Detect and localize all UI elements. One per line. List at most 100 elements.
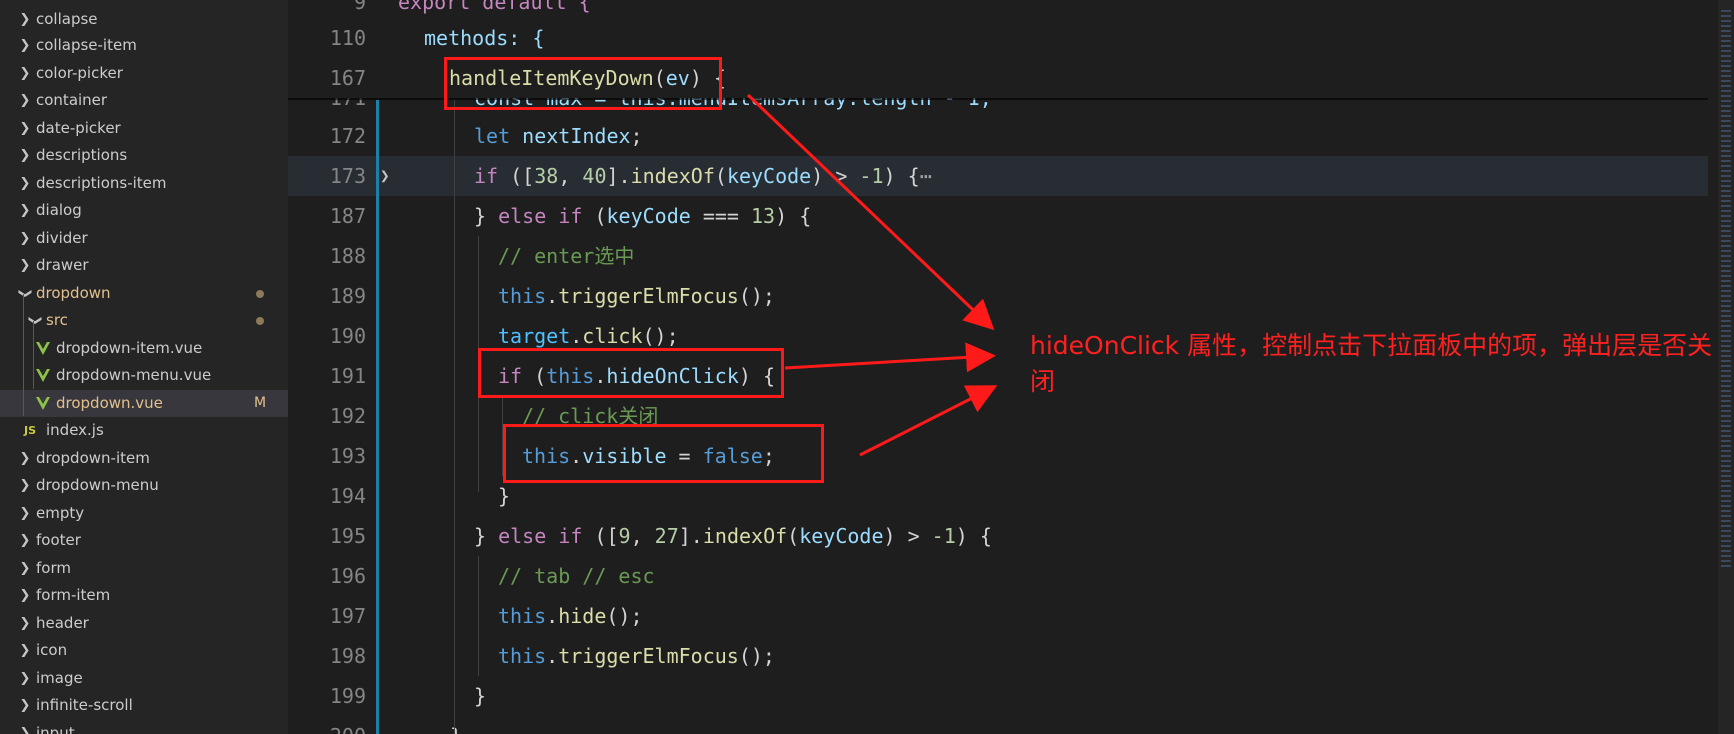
tree-folder-input[interactable]: ❯ input: [0, 720, 288, 734]
code-line: 197 this.hide();: [288, 596, 1708, 636]
number: 27: [654, 524, 679, 548]
tree-folder-date-picker[interactable]: ❯ date-picker: [0, 115, 288, 142]
number: 9: [618, 524, 631, 548]
tree-folder-empty[interactable]: ❯ empty: [0, 500, 288, 527]
punct: }: [474, 204, 499, 228]
code-text: } else if (keyCode === 13) {: [474, 196, 811, 236]
keyword: else: [498, 204, 547, 228]
punct: ].: [606, 164, 631, 188]
code-text: methods: {: [424, 26, 545, 50]
indent-guide: [454, 100, 455, 734]
tree-folder-infinite-scroll[interactable]: ❯ infinite-scroll: [0, 692, 288, 719]
tree-item-label: color-picker: [36, 64, 123, 82]
punct: ();: [738, 284, 775, 308]
punct: ) {: [883, 164, 920, 188]
tree-folder-form-item[interactable]: ❯ form-item: [0, 582, 288, 609]
tree-item-label: dropdown-menu: [36, 476, 159, 494]
punct: ,: [558, 164, 583, 188]
line-number: 200: [288, 716, 366, 734]
tree-folder-descriptions[interactable]: ❯ descriptions: [0, 142, 288, 169]
js-file-icon: JS: [24, 424, 37, 437]
vue-file-icon: [36, 397, 50, 410]
variable: nextIndex: [522, 124, 631, 148]
tree-item-label: dropdown-menu.vue: [56, 366, 212, 384]
punct: [546, 524, 558, 548]
tree-item-label: divider: [36, 229, 88, 247]
chevron-right-icon: ❯: [19, 38, 31, 53]
chevron-right-icon: ❯: [19, 148, 31, 163]
line-number: 191: [329, 364, 366, 388]
tree-folder-src[interactable]: ❯ src: [0, 307, 288, 334]
code-line: 188 // enter选中: [288, 236, 1708, 276]
tree-folder-header[interactable]: ❯ header: [0, 610, 288, 637]
line-number: 196: [329, 564, 366, 588]
line-number: 194: [329, 484, 366, 508]
variable: keyCode: [606, 204, 691, 228]
code-line: 193 this.visible = false;: [288, 436, 1708, 476]
tree-item-label: image: [36, 669, 83, 687]
tree-folder-footer[interactable]: ❯ footer: [0, 527, 288, 554]
tree-folder-dropdown[interactable]: ❯ dropdown: [0, 280, 288, 307]
line-number: 197: [329, 604, 366, 628]
number: 13: [751, 204, 776, 228]
number: -1: [931, 524, 956, 548]
tree-file-dropdown-item-vue[interactable]: dropdown-item.vue: [0, 335, 288, 362]
line-number: 167: [329, 66, 366, 90]
punct: .: [546, 604, 559, 628]
tree-folder-form[interactable]: ❯ form: [0, 555, 288, 582]
tree-folder-dialog[interactable]: ❯ dialog: [0, 197, 288, 224]
comment: // tab // esc: [498, 564, 655, 588]
line-number: 173: [329, 164, 366, 188]
tree-file-dropdown-menu-vue[interactable]: dropdown-menu.vue: [0, 362, 288, 389]
tree-folder-color-picker[interactable]: ❯ color-picker: [0, 60, 288, 87]
code-text: this.triggerElmFocus();: [498, 636, 775, 676]
tree-file-index-js[interactable]: JS index.js: [0, 417, 288, 444]
code-text: if ([38, 40].indexOf(keyCode) > -1) {⋯: [474, 156, 932, 196]
chevron-right-icon: ❯: [19, 66, 31, 81]
tree-item-label: date-picker: [36, 119, 121, 137]
line-number: 192: [329, 404, 366, 428]
chevron-down-icon: ❯: [17, 288, 33, 299]
tree-folder-divider[interactable]: ❯ divider: [0, 225, 288, 252]
variable: keyCode: [799, 524, 884, 548]
fold-chevron-icon[interactable]: ❯: [380, 156, 390, 196]
folded-ellipsis[interactable]: ⋯: [920, 164, 932, 188]
variable: keyCode: [726, 164, 812, 188]
tree-folder-dropdown-menu[interactable]: ❯ dropdown-menu: [0, 472, 288, 499]
code-line: 192// click关闭: [288, 396, 1708, 436]
chevron-right-icon: ❯: [19, 698, 31, 713]
chevron-right-icon: ❯: [19, 561, 31, 576]
tree-file-dropdown-vue[interactable]: dropdown.vue M: [0, 390, 288, 417]
tree-item-label: empty: [36, 504, 85, 522]
line-number: 172: [329, 124, 366, 148]
tree-item-label: drawer: [36, 256, 89, 274]
sticky-line[interactable]: 110 methods: {: [288, 18, 1734, 58]
vue-file-icon: [36, 342, 50, 355]
tree-folder-dropdown-item[interactable]: ❯ dropdown-item: [0, 445, 288, 472]
number: 38: [534, 164, 559, 188]
tree-item-label: form: [36, 559, 71, 577]
punct: ) >: [883, 524, 932, 548]
punct: ();: [642, 324, 679, 348]
tree-folder-image[interactable]: ❯ image: [0, 665, 288, 692]
explorer-sidebar: ❯ collapse ❯ collapse-item ❯ color-picker ❯…: [0, 0, 288, 734]
tree-folder-descriptions-item[interactable]: ❯ descriptions-item: [0, 170, 288, 197]
tree-folder-drawer[interactable]: ❯ drawer: [0, 252, 288, 279]
highlight-box-function: [444, 57, 722, 110]
code-line: 200}: [288, 716, 1708, 734]
keyword: else: [498, 524, 547, 548]
punct: (: [714, 164, 727, 188]
tree-item-label: form-item: [36, 586, 111, 604]
punct: ) >: [811, 164, 860, 188]
keyword: this: [498, 644, 547, 668]
tree-folder-container[interactable]: ❯ container: [0, 87, 288, 114]
tree-folder-icon[interactable]: ❯ icon: [0, 637, 288, 664]
code-line-current: 173 ❯ if ([38, 40].indexOf(keyCode) > -1) …: [288, 156, 1708, 196]
tree-item-label: icon: [36, 641, 68, 659]
minimap[interactable]: [1718, 0, 1734, 734]
tree-folder-collapse-item[interactable]: ❯ collapse-item: [0, 32, 288, 59]
punct: .: [546, 284, 559, 308]
git-modified-badge: M: [254, 395, 267, 411]
keyword: let: [474, 124, 511, 148]
tree-folder-collapse[interactable]: ❯ collapse: [0, 6, 288, 33]
